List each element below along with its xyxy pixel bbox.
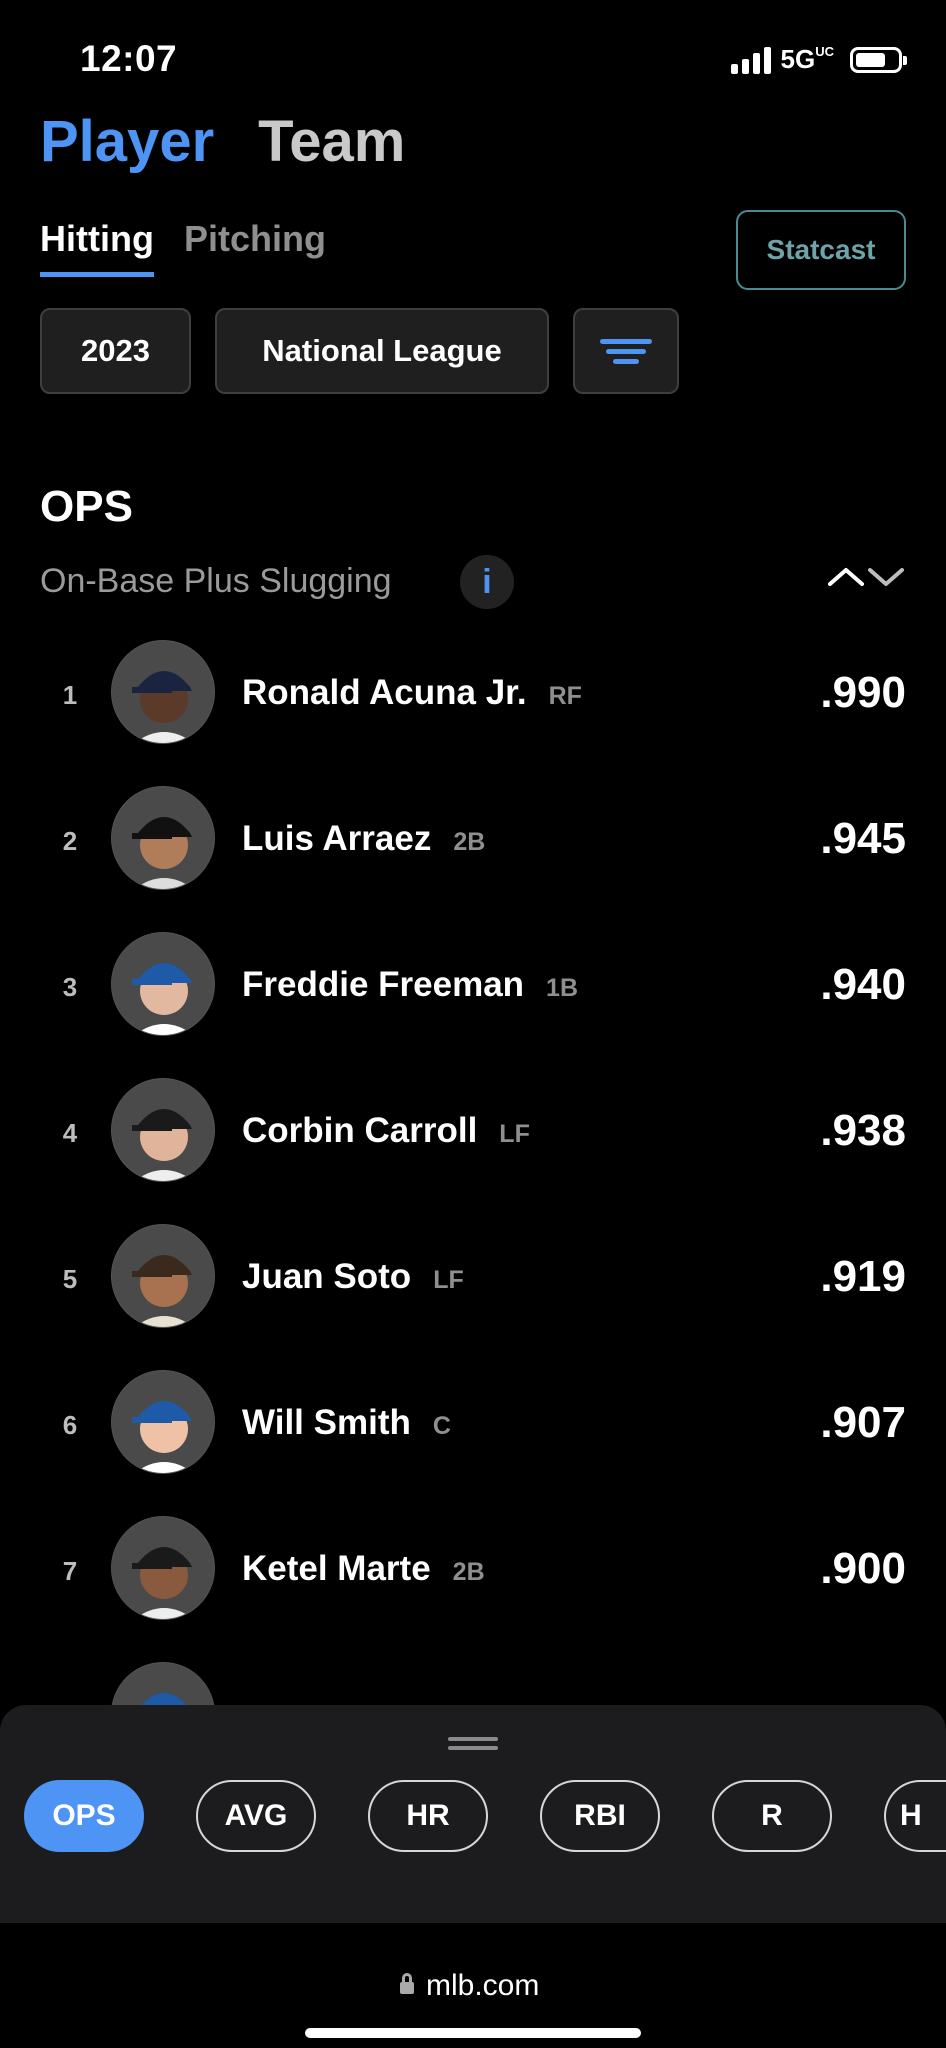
status-bar: 12:07 5GUC — [0, 0, 946, 120]
player-name: Ketel Marte 2B — [242, 1549, 485, 1588]
stat-value: .919 — [820, 1252, 906, 1301]
leaderboard-list: 1 Ronald Acuna Jr. RF .990 2 Luis Arraez 2… — [0, 624, 946, 1792]
stat-value: .945 — [820, 814, 906, 863]
battery-icon — [850, 46, 907, 73]
player-team-tabs: Player Team — [40, 108, 405, 175]
player-position: RF — [548, 682, 582, 710]
url-text: mlb.com — [426, 1969, 540, 2002]
leaderboard-row[interactable]: 7 Ketel Marte 2B .900 — [0, 1500, 946, 1646]
tab-pitching[interactable]: Pitching — [184, 218, 326, 277]
leaderboard-row[interactable]: 1 Ronald Acuna Jr. RF .990 — [0, 624, 946, 770]
player-name: Ronald Acuna Jr. RF — [242, 673, 582, 712]
player-name: Freddie Freeman 1B — [242, 965, 579, 1004]
leaderboard-row[interactable]: 5 Juan Soto LF .919 — [0, 1208, 946, 1354]
player-name: Corbin Carroll LF — [242, 1111, 530, 1150]
stat-selector-sheet: OPS AVG HR RBI R H — [0, 1705, 946, 1923]
player-position: 2B — [453, 828, 486, 856]
home-indicator[interactable] — [305, 2028, 641, 2038]
rank: 5 — [62, 1264, 78, 1294]
chip-hr[interactable]: HR — [368, 1780, 488, 1852]
player-avatar — [111, 932, 215, 1036]
lock-icon — [400, 1973, 414, 1994]
rank: 6 — [62, 1410, 78, 1440]
player-avatar — [111, 640, 215, 744]
player-position: 1B — [546, 974, 579, 1002]
signal-icon — [730, 46, 771, 74]
stat-value: .940 — [820, 960, 906, 1009]
chip-h[interactable]: H — [884, 1780, 946, 1852]
player-name: Luis Arraez 2B — [242, 819, 486, 858]
player-avatar — [111, 1516, 215, 1620]
status-time: 12:07 — [80, 38, 178, 79]
rank: 7 — [62, 1556, 78, 1586]
player-position: LF — [499, 1120, 530, 1148]
rank: 1 — [62, 680, 78, 710]
player-avatar — [111, 786, 215, 890]
leaderboard-row[interactable]: 6 Will Smith C .907 — [0, 1354, 946, 1500]
chip-rbi[interactable]: RBI — [540, 1780, 660, 1852]
chip-avg[interactable]: AVG — [196, 1780, 316, 1852]
hitting-pitching-tabs: Hitting Pitching — [40, 218, 326, 277]
browser-bar: mlb.com — [0, 1923, 946, 2048]
network-label: 5GUC — [780, 44, 834, 74]
player-avatar — [111, 1078, 215, 1182]
tab-team[interactable]: Team — [258, 108, 405, 175]
rank: 3 — [62, 972, 78, 1002]
season-select[interactable]: 2023 — [40, 308, 191, 394]
stat-value: .907 — [820, 1398, 906, 1447]
filter-bar: 2023 National League — [40, 308, 679, 394]
filter-button[interactable] — [573, 308, 679, 394]
player-avatar — [111, 1224, 215, 1328]
chip-r[interactable]: R — [712, 1780, 832, 1852]
chip-ops[interactable]: OPS — [24, 1780, 144, 1852]
player-position: 2B — [452, 1558, 485, 1586]
url-display[interactable]: mlb.com — [400, 1969, 539, 2003]
filter-icon — [600, 338, 652, 364]
player-avatar — [111, 1370, 215, 1474]
stat-description: On-Base Plus Slugging — [40, 562, 392, 600]
player-name: Juan Soto LF — [242, 1257, 464, 1296]
sort-arrows-icon — [828, 568, 904, 586]
status-indicators: 5GUC — [730, 44, 907, 75]
rank: 4 — [62, 1118, 78, 1148]
stat-value: .900 — [820, 1544, 906, 1593]
player-position: C — [432, 1412, 451, 1440]
statcast-button[interactable]: Statcast — [736, 210, 906, 290]
stat-title: OPS — [40, 482, 133, 531]
leaderboard-row[interactable]: 3 Freddie Freeman 1B .940 — [0, 916, 946, 1062]
player-name: Will Smith C — [242, 1403, 451, 1442]
info-icon[interactable]: i — [460, 555, 514, 609]
leaderboard-row[interactable]: 2 Luis Arraez 2B .945 — [0, 770, 946, 916]
sort-toggle[interactable] — [826, 560, 906, 590]
tab-player[interactable]: Player — [40, 108, 214, 175]
stat-value: .938 — [820, 1106, 906, 1155]
drag-handle-icon[interactable] — [448, 1737, 498, 1750]
leaderboard-row[interactable]: 4 Corbin Carroll LF .938 — [0, 1062, 946, 1208]
league-select[interactable]: National League — [215, 308, 549, 394]
player-position: LF — [433, 1266, 464, 1294]
tab-hitting[interactable]: Hitting — [40, 218, 154, 277]
rank: 2 — [62, 826, 78, 856]
stat-value: .990 — [820, 668, 906, 717]
